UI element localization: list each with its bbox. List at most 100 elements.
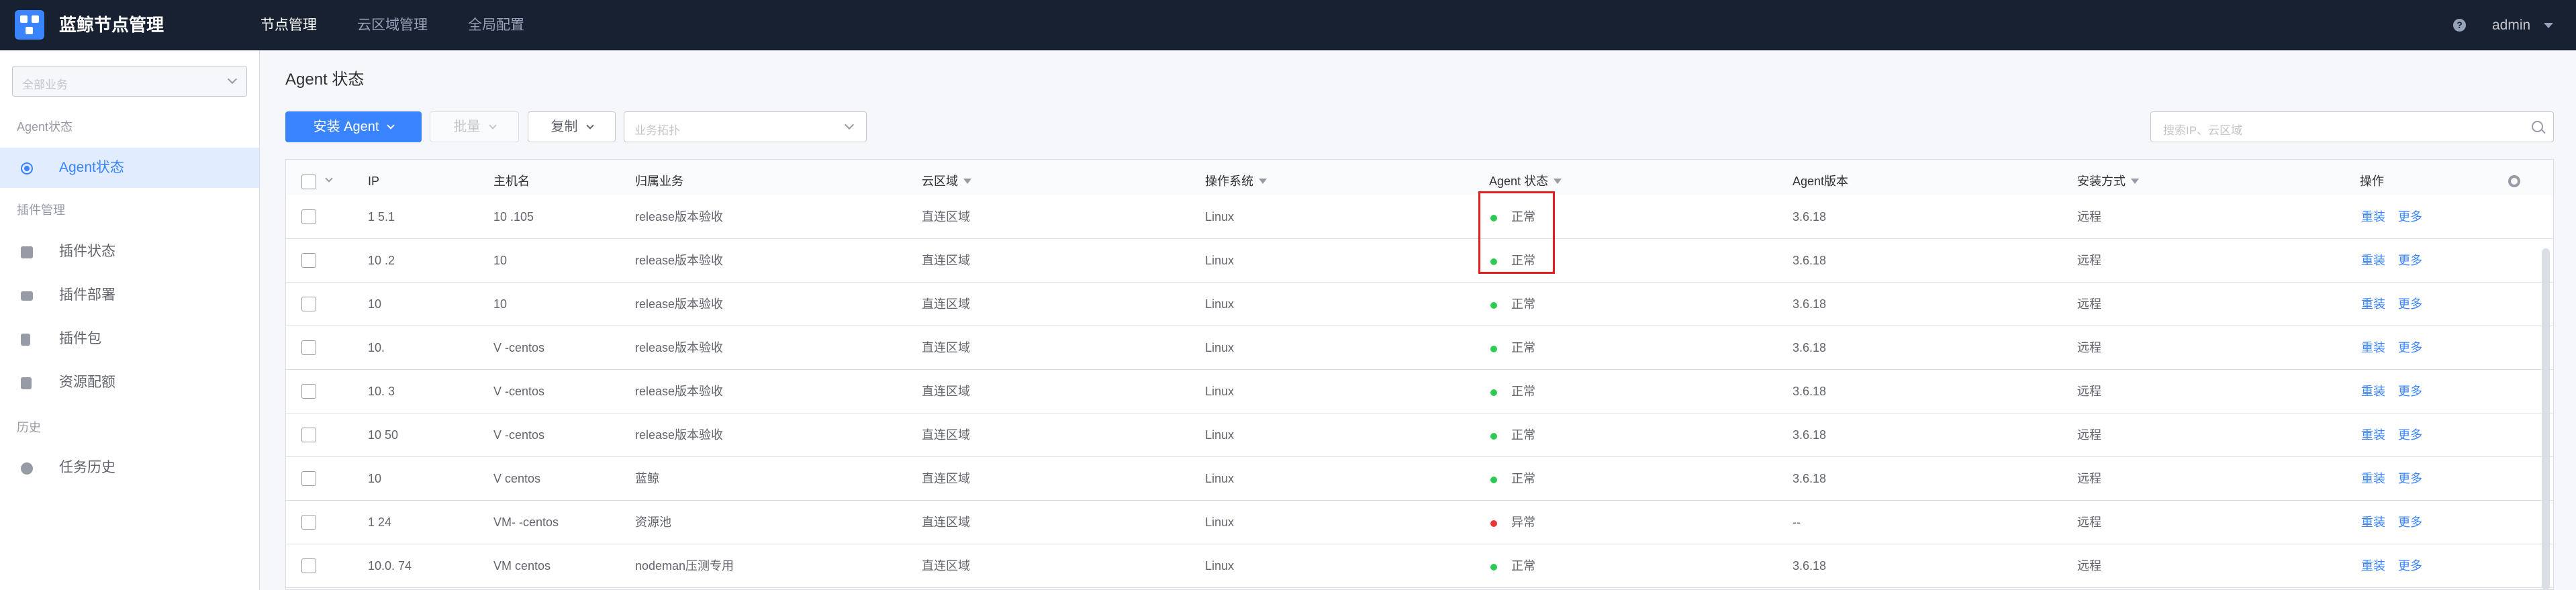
more-link[interactable]: 更多: [2398, 427, 2422, 443]
ip-cell: 10. 3: [368, 385, 395, 398]
table-row[interactable]: 10 10 release版本验收 直连区域 Linux 3.6.18 远程 正常 重装 更多: [286, 283, 2553, 326]
table-row[interactable]: 1 24 VM- -centos 资源池 直连区域 Linux -- 远程 异常 重装 更多: [286, 501, 2553, 544]
business-topo-select[interactable]: 业务拓扑: [624, 111, 867, 142]
more-link[interactable]: 更多: [2398, 252, 2422, 268]
row-checkbox[interactable]: [301, 253, 316, 268]
sidebar-item-agent-status[interactable]: Agent状态: [0, 148, 259, 188]
package-icon: [21, 334, 30, 346]
cloud-area-cell: 直连区域: [922, 472, 970, 485]
column-header-cloud-area[interactable]: 云区域: [922, 173, 971, 189]
sidebar: 全部业务 Agent状态 Agent状态 插件管理 插件状态 插件部署 插件包 …: [0, 50, 260, 590]
column-header-agent-version: Agent版本: [1793, 175, 1849, 188]
batch-button[interactable]: 批量: [430, 111, 519, 142]
install-method-cell: 远程: [2077, 472, 2101, 485]
status-ok-dot-icon: [1490, 564, 1497, 571]
chevron-down-icon[interactable]: [325, 175, 333, 183]
os-cell: Linux: [1205, 559, 1235, 573]
sidebar-item-plugin-status[interactable]: 插件状态: [0, 232, 259, 272]
row-checkbox[interactable]: [301, 340, 316, 355]
table-row[interactable]: 10 V centos 蓝鲸 直连区域 Linux 3.6.18 远程 正常 重装 更多: [286, 457, 2553, 501]
copy-button[interactable]: 复制: [528, 111, 616, 142]
chevron-down-icon[interactable]: [2544, 23, 2553, 28]
more-link[interactable]: 更多: [2398, 209, 2422, 225]
select-all-checkbox[interactable]: [301, 175, 316, 189]
more-link[interactable]: 更多: [2398, 514, 2422, 530]
sidebar-group-title: 历史: [17, 421, 41, 434]
table-row[interactable]: 10. 3 V -centos release版本验收 直连区域 Linux 3.6.18…: [286, 370, 2553, 413]
business-cell: release版本验收: [635, 341, 724, 354]
more-link[interactable]: 更多: [2398, 340, 2422, 356]
row-checkbox[interactable]: [301, 471, 316, 486]
app-logo-icon[interactable]: [15, 10, 44, 40]
business-cell: release版本验收: [635, 385, 724, 398]
filter-icon[interactable]: [1554, 179, 1562, 184]
table-row[interactable]: 10.0. 74 VM centos nodeman压测专用 直连区域 Linux 3.6…: [286, 544, 2553, 588]
status-ok-dot-icon: [1490, 302, 1497, 309]
reinstall-link[interactable]: 重装: [2361, 252, 2385, 268]
table-row[interactable]: 1 5.1 10 .105 release版本验收 直连区域 Linux 3.6.18 远…: [286, 195, 2553, 239]
batch-label: 批量: [453, 119, 481, 134]
filter-icon[interactable]: [2131, 179, 2139, 184]
sidebar-item-label: 资源配额: [59, 375, 115, 390]
column-header-agent-status[interactable]: Agent 状态: [1489, 173, 1562, 189]
more-link[interactable]: 更多: [2398, 558, 2422, 574]
row-checkbox[interactable]: [301, 384, 316, 399]
filter-icon[interactable]: [1259, 179, 1267, 184]
sidebar-item-label: Agent状态: [59, 160, 124, 175]
topnav-global-config[interactable]: 全局配置: [468, 16, 524, 35]
row-checkbox[interactable]: [301, 209, 316, 224]
table-row[interactable]: 10 50 V -centos release版本验收 直连区域 Linux 3.6.18…: [286, 413, 2553, 457]
row-checkbox[interactable]: [301, 515, 316, 530]
reinstall-link[interactable]: 重装: [2361, 383, 2385, 399]
agent-version-cell: 3.6.18: [1793, 341, 1827, 354]
agent-version-cell: --: [1793, 515, 1801, 529]
agent-status-cell: 正常: [1511, 559, 1535, 573]
search-icon[interactable]: [2532, 121, 2543, 132]
row-checkbox[interactable]: [301, 558, 316, 573]
ip-cell: 10: [368, 297, 382, 311]
row-checkbox[interactable]: [301, 428, 316, 442]
reinstall-link[interactable]: 重装: [2361, 514, 2385, 530]
agent-version-cell: 3.6.18: [1793, 428, 1827, 442]
reinstall-link[interactable]: 重装: [2361, 296, 2385, 312]
chevron-down-icon: [387, 121, 395, 130]
search-input[interactable]: 搜索IP、云区域: [2150, 111, 2554, 142]
install-agent-button[interactable]: 安装 Agent: [285, 111, 422, 142]
reinstall-link[interactable]: 重装: [2361, 340, 2385, 356]
table-scrollbar[interactable]: [2542, 248, 2550, 590]
agent-version-cell: 3.6.18: [1793, 385, 1827, 398]
agent-status-cell: 异常: [1511, 515, 1535, 529]
sidebar-item-resource-quota[interactable]: 资源配额: [0, 362, 259, 403]
table-row[interactable]: 10 .2 10 release版本验收 直连区域 Linux 3.6.18 远程 正常 重装…: [286, 239, 2553, 283]
business-select[interactable]: 全部业务: [12, 66, 247, 97]
more-link[interactable]: 更多: [2398, 383, 2422, 399]
reinstall-link[interactable]: 重装: [2361, 209, 2385, 225]
os-cell: Linux: [1205, 254, 1235, 267]
status-ok-dot-icon: [1490, 477, 1497, 483]
more-link[interactable]: 更多: [2398, 471, 2422, 487]
business-cell: release版本验收: [635, 254, 724, 267]
ip-cell: 10.0. 74: [368, 559, 412, 573]
reinstall-link[interactable]: 重装: [2361, 558, 2385, 574]
sidebar-item-plugin-deploy[interactable]: 插件部署: [0, 275, 259, 315]
topnav-cloud-area[interactable]: 云区域管理: [357, 16, 428, 35]
hostname-cell: V -centos: [493, 428, 545, 442]
reinstall-link[interactable]: 重装: [2361, 471, 2385, 487]
sidebar-item-plugin-package[interactable]: 插件包: [0, 319, 259, 359]
table-row[interactable]: 10. V -centos release版本验收 直连区域 Linux 3.6.18 远程…: [286, 326, 2553, 370]
gear-icon[interactable]: [2508, 175, 2520, 187]
help-icon[interactable]: ?: [2453, 19, 2466, 32]
sidebar-item-task-history[interactable]: 任务历史: [0, 448, 259, 488]
topnav-node-management[interactable]: 节点管理: [260, 16, 317, 35]
cloud-area-cell: 直连区域: [922, 559, 970, 573]
user-menu[interactable]: admin: [2492, 16, 2530, 35]
os-cell: Linux: [1205, 297, 1235, 311]
row-checkbox[interactable]: [301, 297, 316, 311]
column-header-os[interactable]: 操作系统: [1205, 173, 1267, 189]
more-link[interactable]: 更多: [2398, 296, 2422, 312]
filter-icon[interactable]: [963, 179, 971, 184]
reinstall-link[interactable]: 重装: [2361, 427, 2385, 443]
column-header-install-method[interactable]: 安装方式: [2077, 173, 2139, 189]
os-cell: Linux: [1205, 515, 1235, 529]
column-header-actions: 操作: [2360, 175, 2384, 188]
